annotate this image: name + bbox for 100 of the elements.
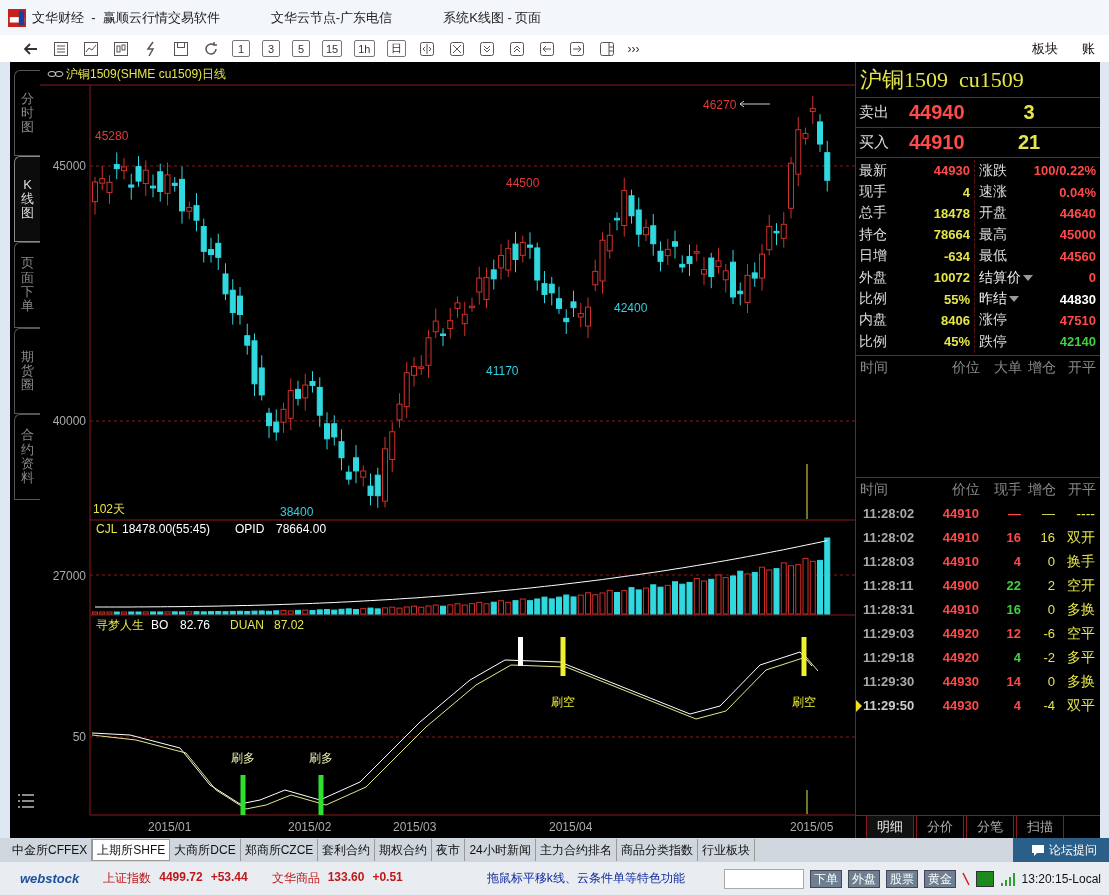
cursor-line (806, 463, 808, 520)
exchange-tab[interactable]: 夜市 (432, 839, 466, 861)
index-change: +0.51 (372, 870, 403, 886)
side-tab[interactable]: 页面下单 (14, 242, 40, 328)
quick-button[interactable]: 下单 (809, 869, 842, 888)
caret-icon[interactable] (1009, 296, 1019, 303)
stat-value: 47510 (1059, 312, 1096, 328)
server-node-label: 文华云节点-广东电信 (270, 8, 393, 27)
more-button[interactable]: ››› (627, 41, 640, 56)
panel-tab[interactable]: 分价 (916, 816, 964, 838)
tick-type: 双开 (1066, 528, 1095, 547)
signal-bar (240, 775, 246, 815)
stat-label: 最低 (979, 247, 1007, 266)
column-header: 时间 (859, 480, 889, 499)
exchange-tab[interactable]: 商品分类指数 (616, 839, 698, 861)
price-label: 44500 (506, 176, 540, 190)
tick-change: 0 (1046, 554, 1055, 570)
chevron-down-icon[interactable] (477, 39, 496, 58)
tick-price: 44910 (941, 602, 979, 618)
stat-label: 跌停 (979, 332, 1007, 351)
panel-tab[interactable]: 扫描 (1016, 816, 1064, 838)
stat-value: 42140 (1059, 334, 1096, 350)
chart-title: 沪铜1509(SHME cu1509)日线 (66, 67, 227, 81)
side-tab[interactable]: 分时图 (14, 70, 40, 156)
quick-button[interactable]: 股票 (885, 869, 918, 888)
tick-price: 44910 (941, 530, 979, 546)
side-tab[interactable]: 合约资料 (14, 414, 40, 500)
stat-value: 44930 (933, 163, 970, 179)
signal-bar (518, 637, 523, 666)
split-horizontal-icon[interactable] (417, 39, 436, 58)
chevron-up-icon[interactable] (507, 39, 526, 58)
tick-time: 11:29:30 (863, 674, 916, 690)
date-label: 2015/01 (148, 820, 192, 834)
price-label: 38400 (280, 505, 314, 519)
forum-button[interactable]: 论坛提问 (1013, 838, 1109, 862)
tick-time: 11:28:02 (863, 530, 916, 546)
exchange-tab[interactable]: 套利合约 (318, 839, 376, 861)
exchange-tab[interactable]: 行业板块 (697, 839, 755, 861)
line-chart-icon[interactable] (82, 39, 100, 58)
stat-value: 78664 (933, 227, 970, 243)
app-logo-icon (8, 8, 26, 27)
period-button[interactable]: 3 (262, 40, 280, 57)
date-label: 2015/02 (288, 820, 332, 834)
period-button[interactable]: 1h (354, 40, 375, 57)
side-tab[interactable]: 期货圈 (14, 328, 40, 414)
stat-value: 55% (943, 291, 970, 307)
stat-value: 44830 (1059, 291, 1096, 307)
input-field[interactable] (723, 868, 804, 889)
quick-button[interactable]: 黄金 (923, 869, 956, 888)
column-header: 价位 (951, 480, 980, 499)
panel-tab[interactable]: 分笔 (966, 816, 1014, 838)
period-button[interactable]: 1 (232, 40, 250, 57)
quick-button[interactable]: 外盘 (847, 869, 880, 888)
candlestick-icon[interactable] (112, 39, 130, 58)
tick-type: 多换 (1066, 600, 1095, 619)
tick-type: 换手 (1066, 552, 1095, 571)
collapse-icon[interactable] (447, 39, 466, 58)
arrow-left-icon[interactable] (537, 39, 556, 58)
list-icon[interactable] (52, 39, 70, 58)
tick-price: 44920 (941, 650, 979, 666)
brand-logo: webstock (20, 871, 80, 886)
tick-change: -6 (1042, 626, 1055, 642)
panel-tab[interactable]: 明细 (866, 816, 914, 838)
exchange-tab[interactable]: 主力合约排名 (535, 839, 617, 861)
clock: 13:20:15-Local (1021, 871, 1101, 886)
period-button[interactable]: 日 (386, 40, 406, 57)
exchange-tab[interactable]: 上期所SHFE (92, 839, 171, 861)
tick-price: 44920 (941, 626, 979, 642)
signal-bar (560, 637, 566, 676)
menu-icon[interactable] (18, 794, 34, 808)
period-button[interactable]: 15 (322, 40, 343, 57)
tick-time: 11:28:02 (863, 506, 916, 522)
index-value: 4499.72 (159, 870, 203, 886)
exchange-tab[interactable]: 24小时新闻 (465, 839, 536, 861)
refresh-icon[interactable] (202, 39, 220, 58)
arrow-right-icon[interactable] (567, 39, 586, 58)
exchange-tab[interactable]: 郑商所CZCE (240, 839, 319, 861)
column-header: 现手 (993, 480, 1022, 499)
caret-icon[interactable] (1023, 274, 1033, 281)
tick-change: -2 (1042, 650, 1055, 666)
exchange-tab[interactable]: 大商所DCE (170, 839, 241, 861)
exchange-tab[interactable]: 期权合约 (375, 839, 433, 861)
indicator-legend: 寻梦人生 BO 82.76 DUAN 87.02 (96, 618, 305, 632)
stat-value: -634 (943, 248, 970, 264)
save-icon[interactable] (172, 39, 190, 58)
chat-icon (1031, 844, 1045, 856)
stat-value: 10072 (933, 270, 970, 286)
tick-volume: 4 (1012, 650, 1021, 666)
page-title: 系统K线图 - 页面 (443, 8, 542, 27)
news-ticker-link[interactable]: 拖鼠标平移k线、云条件单等特色功能 (486, 870, 685, 887)
tick-type: 空平 (1066, 624, 1095, 643)
panel-layout-icon[interactable] (597, 39, 616, 58)
side-tab[interactable]: K线图 (14, 156, 40, 242)
signal-label: 刷空 (792, 695, 816, 709)
period-button[interactable]: 5 (292, 40, 310, 57)
order-book-label: 买入 (858, 133, 890, 152)
stat-label: 比例 (859, 290, 887, 309)
menu-item[interactable]: 账 (1076, 39, 1101, 58)
menu-item[interactable]: 板块 (1026, 39, 1064, 58)
tick-volume: 4 (1012, 698, 1021, 714)
